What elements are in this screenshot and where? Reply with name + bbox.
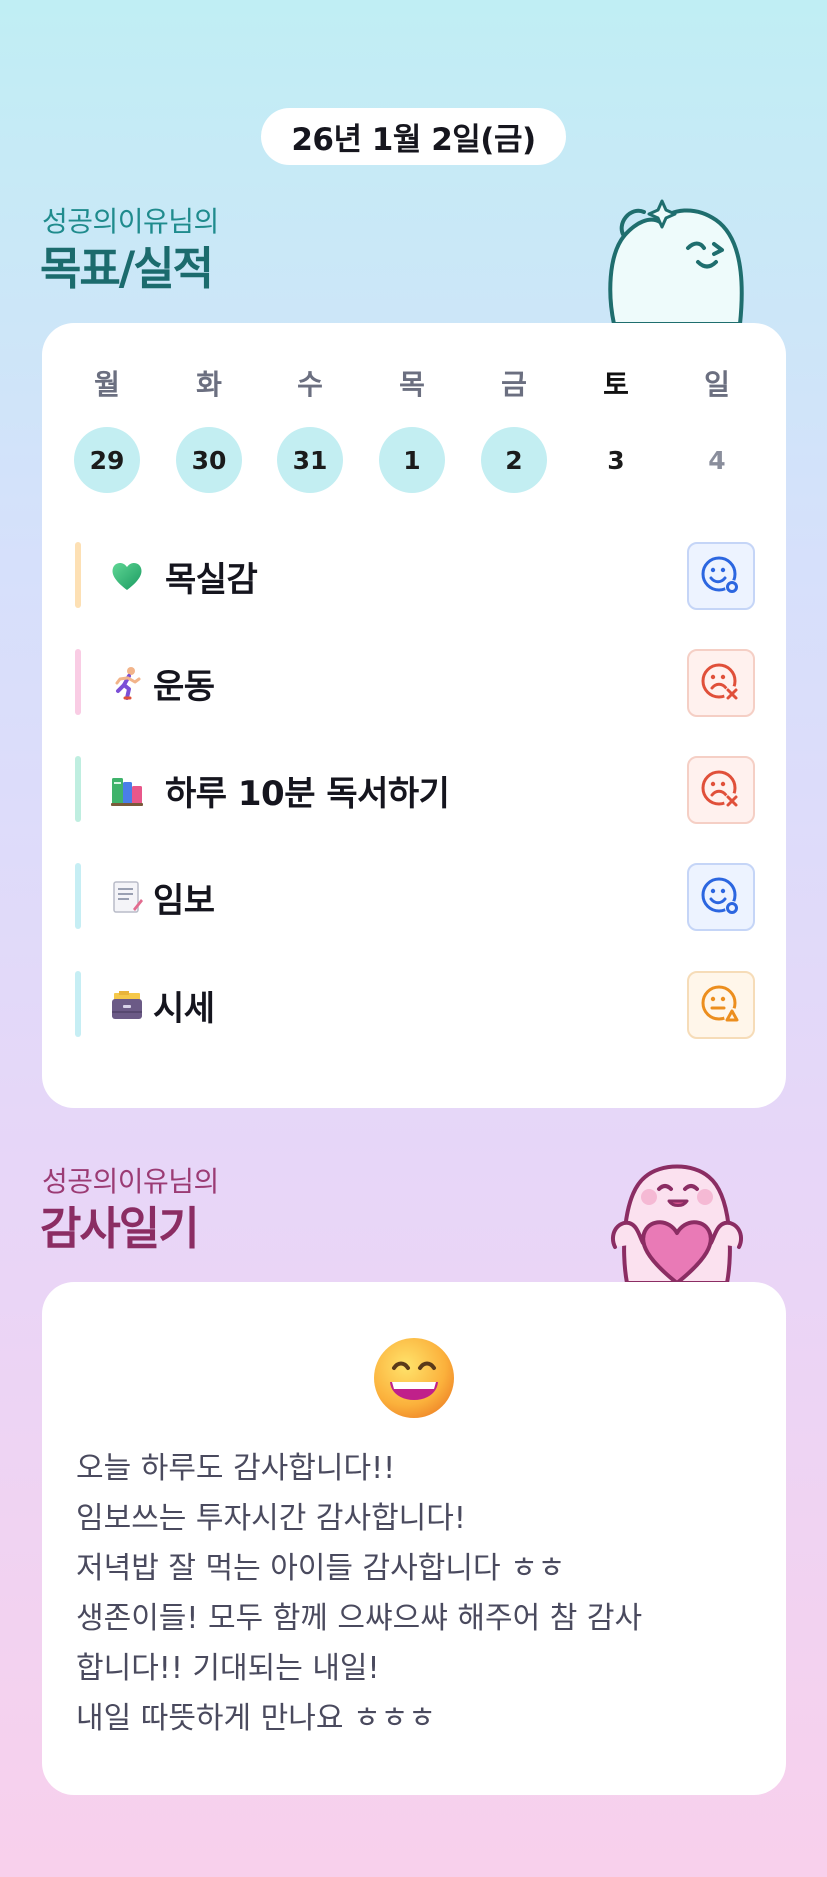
smile-circle-icon — [701, 877, 739, 915]
status-button[interactable] — [687, 971, 755, 1039]
day-name: 목 — [399, 368, 425, 401]
day-number: 3 — [607, 445, 625, 475]
goal-row[interactable]: 운동 — [75, 649, 755, 717]
day-number: 29 — [74, 427, 140, 493]
goal-label: 임보 — [153, 881, 215, 921]
goal-color-bar — [75, 863, 81, 929]
heart-hug-mascot-icon — [610, 1164, 744, 1283]
day-name: 월 — [94, 368, 120, 401]
goal-row[interactable]: 하루 10분 독서하기 — [75, 756, 755, 824]
status-button[interactable] — [687, 863, 755, 931]
sad-x-icon — [701, 663, 740, 702]
file-cabinet-icon — [112, 991, 142, 1019]
day-number: 1 — [379, 427, 445, 493]
goal-row[interactable]: 목실감 — [75, 542, 755, 610]
date-pill[interactable]: 26년 1월 2일(금) — [261, 108, 566, 165]
grinning-face-icon[interactable] — [372, 1336, 456, 1420]
day-name: 일 — [704, 368, 730, 401]
week-calendar: 월 29 화 30 수 31 목 1 금 2 토 3 일 4 — [74, 363, 788, 493]
goal-color-bar — [75, 971, 81, 1037]
goal-label: 시세 — [153, 989, 215, 1029]
goal-label: 운동 — [153, 667, 215, 707]
goals-title: 목표/실적 — [40, 242, 214, 295]
day-number: 31 — [277, 427, 343, 493]
goal-label: 목실감 — [165, 560, 258, 600]
gratitude-line: 저녁밥 잘 먹는 아이들 감사합니다 ㅎㅎ — [76, 1551, 566, 1586]
day-name: 토 — [603, 368, 629, 401]
day-name: 금 — [501, 368, 527, 401]
runner-icon — [115, 667, 141, 700]
memo-icon — [113, 881, 143, 913]
goal-color-bar — [75, 542, 81, 608]
goal-label: 하루 10분 독서하기 — [165, 774, 450, 814]
day-name: 수 — [297, 368, 323, 401]
green-heart-icon — [112, 562, 142, 590]
gratitude-line: 생존이들! 모두 함께 으쌰으쌰 해주어 참 감사 — [76, 1601, 643, 1636]
goal-color-bar — [75, 649, 81, 715]
gratitude-line: 임보쓰는 투자시간 감사합니다! — [76, 1501, 466, 1536]
goal-row[interactable]: 시세 — [75, 971, 755, 1039]
sad-x-icon — [701, 770, 740, 809]
gratitude-line: 오늘 하루도 감사합니다!! — [76, 1451, 396, 1486]
waving-ghost-mascot-icon — [608, 199, 744, 324]
date-label: 26년 1월 2일(금) — [291, 122, 536, 158]
status-button[interactable] — [687, 649, 755, 717]
gratitude-text: 오늘 하루도 감사합니다!! 임보쓰는 투자시간 감사합니다! 저녁밥 잘 먹는… — [76, 1444, 766, 1744]
books-icon — [111, 778, 143, 806]
gratitude-line: 내일 따뜻하게 만나요 ㅎㅎㅎ — [76, 1701, 436, 1736]
status-button[interactable] — [687, 542, 755, 610]
day-name: 화 — [196, 368, 222, 401]
meh-triangle-icon — [701, 985, 740, 1024]
goal-color-bar — [75, 756, 81, 822]
day-number: 4 — [708, 445, 726, 475]
gratitude-card: 오늘 하루도 감사합니다!! 임보쓰는 투자시간 감사합니다! 저녁밥 잘 먹는… — [42, 1282, 786, 1795]
gratitude-line: 합니다!! 기대되는 내일! — [76, 1651, 380, 1686]
gratitude-title: 감사일기 — [40, 1202, 200, 1255]
day-number: 30 — [176, 427, 242, 493]
day-number: 2 — [481, 427, 547, 493]
status-button[interactable] — [687, 756, 755, 824]
goals-card: 월 29 화 30 수 31 목 1 금 2 토 3 일 4 목실감 운동 하루… — [42, 323, 786, 1108]
smile-circle-icon — [701, 556, 739, 594]
goal-row[interactable]: 임보 — [75, 863, 755, 931]
